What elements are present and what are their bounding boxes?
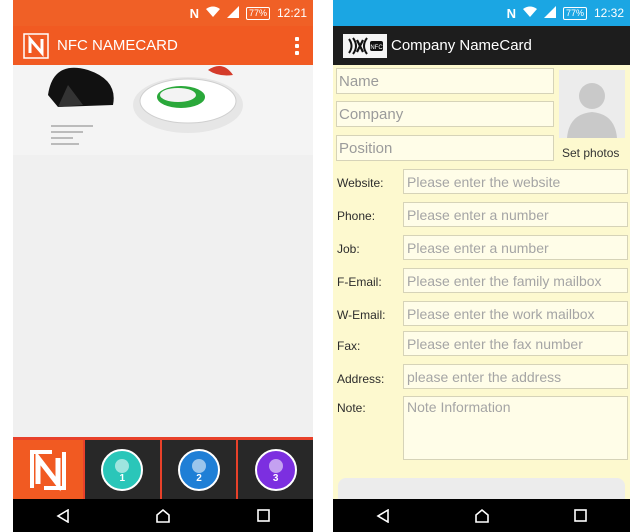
signal-icon <box>226 5 239 21</box>
clock: 12:21 <box>276 6 307 20</box>
website-input[interactable]: Please enter the website <box>403 169 628 194</box>
card-1-avatar-icon: 1 <box>101 448 144 491</box>
card-tabs: 1 2 3 <box>13 437 313 499</box>
back-icon[interactable] <box>48 504 78 528</box>
status-bar: N 77% 12:21 <box>13 0 313 26</box>
tab-card-2[interactable]: 2 <box>162 440 239 499</box>
work-email-label: W-Email: <box>337 308 386 322</box>
job-label: Job: <box>337 242 360 256</box>
app-bar: NFC Company NameCard <box>333 26 630 65</box>
card-2-avatar-icon: 2 <box>178 448 220 491</box>
work-email-input[interactable]: Please enter the work mailbox <box>403 301 628 326</box>
tab-card-3[interactable]: 3 <box>238 440 313 499</box>
recents-icon[interactable] <box>566 504 596 528</box>
photo-avatar-icon[interactable] <box>559 70 625 138</box>
set-photos-button[interactable]: Set photos <box>562 146 619 160</box>
nfc-namecard-screen: N 77% 12:21 NFC NAMECARD 1 2 3 <box>13 0 313 532</box>
website-label: Website: <box>337 176 384 190</box>
note-label: Note: <box>337 401 366 415</box>
home-icon[interactable] <box>467 504 497 528</box>
fax-label: Fax: <box>337 339 361 353</box>
system-nav-bar <box>13 499 313 532</box>
note-textarea[interactable]: Note Information <box>403 396 628 460</box>
battery-indicator: 77% <box>562 6 587 20</box>
tab-card-1[interactable]: 1 <box>85 440 162 499</box>
tab-card-3-label: 3 <box>272 472 279 484</box>
signal-icon <box>543 5 556 21</box>
nfc-status-icon: N <box>189 5 199 21</box>
job-input[interactable]: Please enter a number <box>403 235 628 260</box>
tab-card-2-label: 2 <box>196 472 202 484</box>
family-email-label: F-Email: <box>337 275 382 289</box>
tab-card-1-label: 1 <box>119 472 126 484</box>
system-nav-bar <box>333 499 630 532</box>
app-title: Company NameCard <box>391 37 532 54</box>
name-input[interactable]: Name <box>336 68 554 94</box>
recents-icon[interactable] <box>248 504 278 528</box>
app-title: NFC NAMECARD <box>57 37 178 54</box>
family-email-input[interactable]: Please enter the family mailbox <box>403 268 628 293</box>
home-icon[interactable] <box>148 504 178 528</box>
overflow-menu-icon[interactable] <box>295 36 299 55</box>
form-footer-panel <box>338 478 625 500</box>
tab-home-nfc[interactable] <box>13 440 85 499</box>
phone-label: Phone: <box>337 209 376 223</box>
namecard-banner-image <box>13 65 313 155</box>
card-3-avatar-icon: 3 <box>254 448 297 491</box>
address-label: Address: <box>337 372 385 386</box>
status-bar: N 77% 12:32 <box>333 0 630 26</box>
nfc-brand-logo-icon: NFC <box>343 33 387 58</box>
nfc-status-icon: N <box>506 5 516 21</box>
fax-input[interactable]: Please enter the fax number <box>403 331 628 356</box>
clock: 12:32 <box>593 6 624 20</box>
wifi-icon <box>205 6 220 21</box>
position-input[interactable]: Position <box>336 135 554 161</box>
nfc-logo-icon <box>23 32 49 59</box>
battery-indicator: 77% <box>245 6 270 20</box>
nfc-brand-icon <box>30 449 66 491</box>
back-icon[interactable] <box>368 504 398 528</box>
phone-input[interactable]: Please enter a number <box>403 202 628 227</box>
address-input[interactable]: please enter the address <box>403 364 628 389</box>
svg-text:NFC: NFC <box>370 45 383 51</box>
company-namecard-screen: N 77% 12:32 NFC Company NameCard Name Co… <box>333 0 630 532</box>
wifi-icon <box>522 6 537 21</box>
app-bar: NFC NAMECARD <box>13 26 313 65</box>
company-input[interactable]: Company <box>336 101 554 127</box>
